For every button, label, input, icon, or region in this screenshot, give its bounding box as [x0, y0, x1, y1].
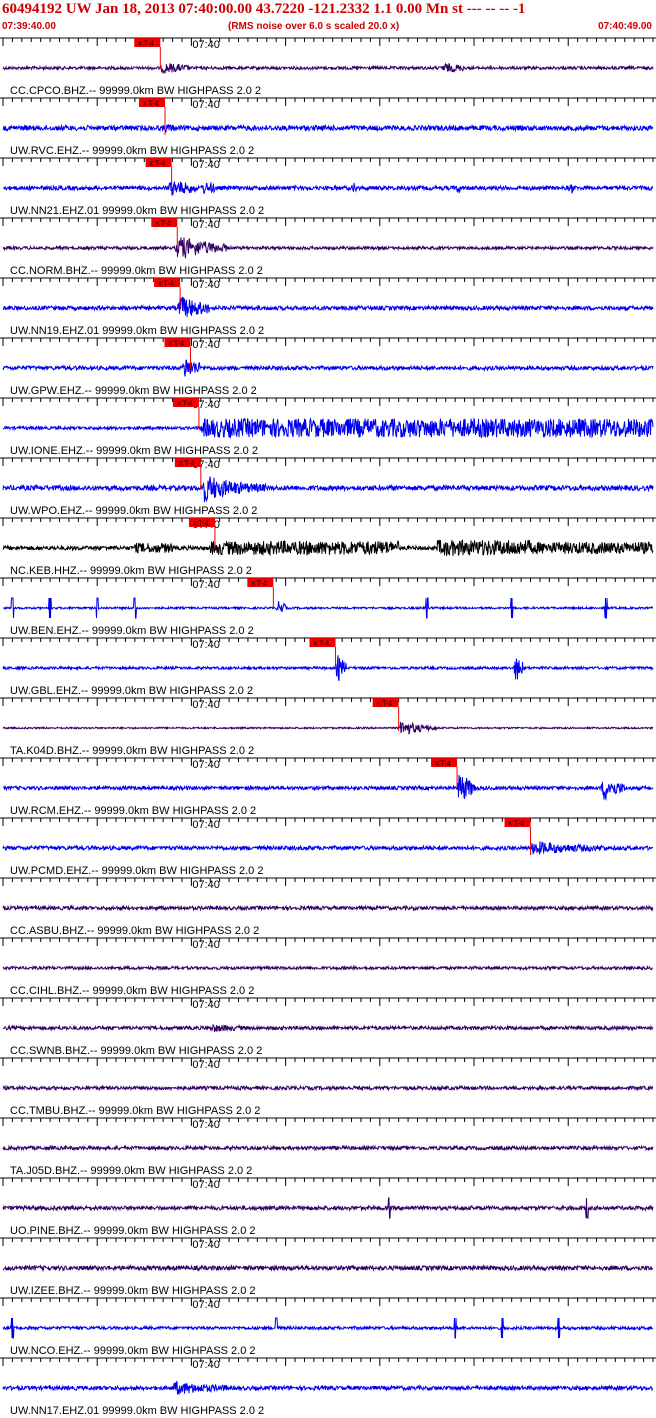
trace-label: CC.CIHL.BHZ.-- 99999.0km BW HIGHPASS 2.0…: [10, 985, 254, 997]
pick-marker-label: x:T-4: [179, 461, 195, 468]
pick-marker-label: x:T-4: [155, 221, 171, 228]
end-time: 07:40:49.00: [598, 21, 652, 32]
minute-label: 07:40: [192, 879, 220, 891]
trace-label: UW.BEN.EHZ.-- 99999.0km BW HIGHPASS 2.0 …: [10, 625, 254, 637]
pick-marker-label: x:T-4: [177, 401, 193, 408]
trace-label: UW.IZEE.BHZ.-- 99999.0km BW HIGHPASS 2.0…: [10, 1285, 256, 1297]
trace-label: TA.K04D.BHZ.-- 99999.0km BW HIGHPASS 2.0…: [10, 745, 254, 757]
pick-marker-label: x:T-4: [158, 281, 174, 288]
minute-label: 07:40: [192, 699, 220, 711]
pick-marker-label: x:T-4: [193, 521, 209, 528]
waveform-trace: [2, 62, 654, 74]
noise-note: (RMS noise over 6.0 s scaled 20.0 x): [228, 21, 400, 32]
minute-label: 07:40: [192, 639, 220, 651]
minute-label: 07:40: [192, 99, 220, 111]
trace-label: CC.NORM.BHZ.-- 99999.0km BW HIGHPASS 2.0…: [10, 265, 263, 277]
minute-label: 07:40: [192, 159, 220, 171]
waveform-trace: [2, 1197, 654, 1219]
pick-marker-label: x:T-4: [168, 341, 184, 348]
minute-label: 07:40: [192, 939, 220, 951]
trace-label: UW.GPW.EHZ.-- 99999.0km BW HIGHPASS 2.0 …: [10, 385, 257, 397]
waveform-trace: [2, 774, 654, 801]
trace-label: CC.CPCO.BHZ.-- 99999.0km BW HIGHPASS 2.0…: [10, 85, 261, 97]
trace-label: UW.NN17.EHZ.01 99999.0km BW HIGHPASS 2.0…: [10, 1405, 264, 1417]
trace-label: UW.IONE.EHZ.-- 99999.0km BW HIGHPASS 2.0…: [10, 445, 258, 457]
trace-label: CC.SWNB.BHZ.-- 99999.0km BW HIGHPASS 2.0…: [10, 1045, 262, 1057]
waveform-trace: [2, 417, 654, 439]
pick-marker-label: x:T-4: [435, 761, 451, 768]
trace-label: CC.TMBU.BHZ.-- 99999.0km BW HIGHPASS 2.0…: [10, 1105, 260, 1117]
pick-marker-label: x:T-4: [143, 101, 159, 108]
waveform-trace: [2, 1023, 654, 1033]
waveform-trace: [2, 476, 654, 503]
minute-label: 07:40: [192, 1239, 220, 1251]
waveform-trace: [2, 597, 653, 619]
minute-label: 07:40: [192, 219, 220, 231]
header: 60494192 UW Jan 18, 2013 07:40:00.00 43.…: [0, 0, 656, 36]
waveform-trace: [2, 180, 654, 196]
minute-label: 07:40: [192, 1179, 220, 1191]
minute-label: 07:40: [192, 579, 220, 591]
event-title: 60494192 UW Jan 18, 2013 07:40:00.00 43.…: [2, 1, 526, 17]
trace-label: CC.ASBU.BHZ.-- 99999.0km BW HIGHPASS 2.0…: [10, 925, 259, 937]
pick-marker-label: x:T-4: [150, 161, 166, 168]
seismogram-plot: 07:40 x:T-4 CC.CPCO.BHZ.-- 99999.0km BW HI…: [0, 37, 656, 1417]
trace-label: NC.KEB.HHZ.-- 99999.0km BW HIGHPASS 2.0 …: [10, 565, 252, 577]
pick-marker-label: x:T-4: [251, 581, 267, 588]
pick-marker-label: x:T-4: [314, 641, 330, 648]
trace-label: UW.PCMD.EHZ.-- 99999.0km BW HIGHPASS 2.0…: [10, 865, 263, 877]
waveform-trace: [2, 1317, 653, 1339]
trace-label: UO.PINE.BHZ.-- 99999.0km BW HIGHPASS 2.0…: [10, 1225, 256, 1237]
waveform-trace: [2, 1380, 654, 1395]
minute-label: 07:40: [192, 1359, 220, 1371]
trace-label: UW.NN21.EHZ.01 99999.0km BW HIGHPASS 2.0…: [10, 205, 264, 217]
trace-label: UW.RCM.EHZ.-- 99999.0km BW HIGHPASS 2.0 …: [10, 805, 256, 817]
waveform-trace: [2, 655, 654, 682]
minute-label: 07:40: [192, 999, 220, 1011]
waveform-trace: [2, 1263, 654, 1272]
waveform-trace: [2, 964, 654, 972]
trace-label: UW.NCO.EHZ.-- 99999.0km BW HIGHPASS 2.0 …: [10, 1345, 256, 1357]
waveform-trace: [2, 721, 654, 735]
trace-label: UW.WPO.EHZ.-- 99999.0km BW HIGHPASS 2.0 …: [10, 505, 257, 517]
minute-label: 07:40: [192, 279, 220, 291]
waveform-trace: [3, 1084, 654, 1092]
minute-label: 07:40: [192, 759, 220, 771]
waveform-trace: [2, 296, 654, 318]
waveform-trace: [2, 123, 654, 133]
minute-label: 07:40: [192, 819, 220, 831]
trace-label: UW.NN19.EHZ.01 99999.0km BW HIGHPASS 2.0…: [10, 325, 264, 337]
minute-label: 07:40: [192, 39, 220, 51]
minute-label: 07:40: [192, 339, 220, 351]
minute-label: 07:40: [192, 1299, 220, 1311]
waveform-trace: [2, 539, 654, 557]
trace-label: UW.RVC.EHZ.-- 99999.0km BW HIGHPASS 2.0 …: [10, 145, 254, 157]
waveform-trace: [2, 1144, 654, 1152]
waveform-trace: [2, 841, 654, 855]
waveform-trace: [2, 237, 654, 259]
waveform-trace: [2, 359, 654, 377]
pick-marker-label: x:T-4: [138, 41, 154, 48]
minute-label: 07:40: [192, 1119, 220, 1131]
pick-marker-label: x:T-4: [509, 821, 525, 828]
start-time: 07:39:40.00: [2, 21, 56, 32]
minute-label: 07:40: [192, 1059, 220, 1071]
pick-marker-label: x:T-4: [377, 701, 393, 708]
trace-label: UW.GBL.EHZ.-- 99999.0km BW HIGHPASS 2.0 …: [10, 685, 253, 697]
trace-label: TA.J05D.BHZ.-- 99999.0km BW HIGHPASS 2.0…: [10, 1165, 252, 1177]
waveform-trace: [2, 904, 654, 912]
